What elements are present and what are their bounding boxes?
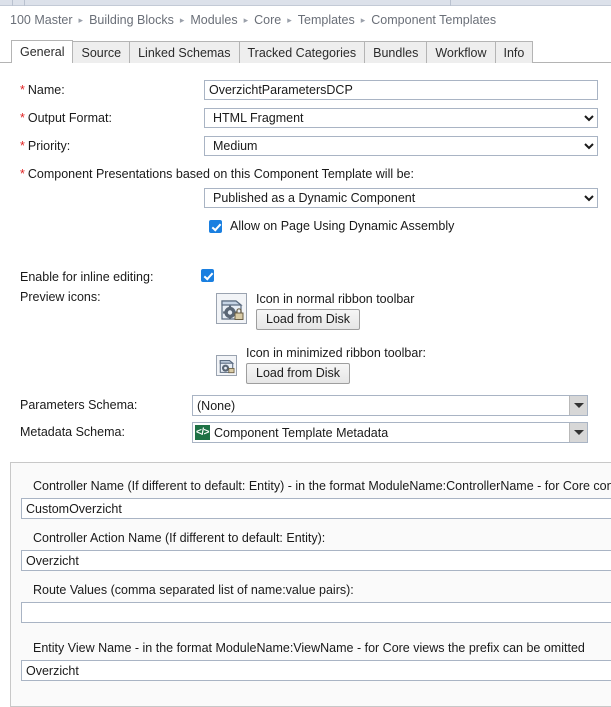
tab-workflow[interactable]: Workflow — [426, 41, 496, 63]
metadata-label-controller-action-name: Controller Action Name (If different to … — [33, 531, 326, 545]
top-strip-divider — [24, 0, 25, 6]
parameters-schema-value: (None) — [197, 398, 236, 413]
breadcrumb-item-0[interactable]: 100 Master — [10, 13, 73, 27]
required-asterisk: * — [20, 167, 25, 181]
metadata-label-entity-view-name: Entity View Name - in the format ModuleN… — [33, 641, 585, 655]
required-asterisk: * — [20, 139, 25, 153]
metadata-label-route-values: Route Values (comma separated list of na… — [33, 583, 354, 597]
field-row-metadata-schema: Metadata Schema: </> Component Template … — [0, 422, 611, 450]
breadcrumb-separator-icon: ▸ — [243, 14, 249, 25]
metadata-label-controller-name: Controller Name (If different to default… — [33, 479, 611, 493]
priority-select[interactable]: Medium — [204, 136, 598, 156]
metadata-schema-picker[interactable]: </> Component Template Metadata — [192, 422, 588, 443]
breadcrumb-separator-icon: ▸ — [179, 14, 185, 25]
label-priority: * Priority: — [20, 139, 71, 153]
required-asterisk: * — [20, 111, 25, 125]
label-parameters-schema: Parameters Schema: — [20, 398, 138, 412]
metadata-field-controller-action-name: Controller Action Name (If different to … — [21, 529, 611, 571]
tab-source[interactable]: Source — [72, 41, 131, 63]
controller-name-input[interactable] — [21, 498, 611, 519]
preview-icon-minimized-caption: Icon in minimized ribbon toolbar: — [246, 346, 426, 360]
label-preview-icons: Preview icons: — [20, 290, 101, 304]
field-row-priority: * Priority: Medium — [0, 136, 611, 164]
preview-icon-normal-block: Icon in normal ribbon toolbar Load from … — [216, 292, 596, 338]
breadcrumb-separator-icon: ▸ — [78, 14, 84, 25]
field-row-component-presentations-select: Published as a Dynamic Component — [0, 188, 611, 216]
entity-view-name-input[interactable] — [21, 660, 611, 681]
window-top-strip — [0, 0, 611, 6]
tab-bar: General Source Linked Schemas Tracked Ca… — [0, 39, 611, 63]
field-row-allow-dynamic-assembly: Allow on Page Using Dynamic Assembly — [0, 219, 611, 247]
parameters-schema-dropdown-button[interactable] — [569, 396, 587, 415]
code-schema-icon: </> — [195, 425, 210, 440]
load-from-disk-button-normal[interactable]: Load from Disk — [256, 309, 361, 330]
label-output-format: * Output Format: — [20, 111, 112, 125]
load-from-disk-button-minimized[interactable]: Load from Disk — [246, 363, 351, 384]
output-format-select[interactable]: HTML Fragment — [204, 108, 598, 128]
tab-info[interactable]: Info — [494, 41, 534, 63]
required-asterisk: * — [20, 83, 25, 97]
breadcrumb-item-1[interactable]: Building Blocks — [89, 13, 174, 27]
preview-icon-minimized-block: Icon in minimized ribbon toolbar: Load f… — [216, 346, 596, 394]
label-inline-editing: Enable for inline editing: — [20, 270, 154, 284]
label-name: * Name: — [20, 83, 65, 97]
inline-editing-checkbox[interactable] — [201, 269, 214, 283]
breadcrumb: 100 Master ▸ Building Blocks ▸ Modules ▸… — [10, 10, 496, 30]
component-presentations-select[interactable]: Published as a Dynamic Component — [204, 188, 598, 208]
breadcrumb-item-3[interactable]: Core — [254, 13, 281, 27]
metadata-fields-panel: Controller Name (If different to default… — [10, 462, 611, 707]
breadcrumb-separator-icon: ▸ — [287, 14, 292, 25]
metadata-field-entity-view-name: Entity View Name - in the format ModuleN… — [21, 639, 611, 681]
preview-icon-normal-caption: Icon in normal ribbon toolbar — [256, 292, 415, 306]
chevron-down-icon — [573, 430, 584, 435]
chevron-down-icon — [573, 403, 584, 408]
field-row-output-format: * Output Format: HTML Fragment — [0, 108, 611, 136]
label-metadata-schema: Metadata Schema: — [20, 425, 125, 439]
parameters-schema-picker[interactable]: (None) — [192, 395, 588, 416]
label-component-presentations: * Component Presentations based on this C… — [20, 167, 414, 181]
route-values-input[interactable] — [21, 602, 611, 623]
gear-lock-document-icon[interactable] — [216, 293, 247, 324]
tab-general[interactable]: General — [11, 40, 74, 63]
tab-linked-schemas[interactable]: Linked Schemas — [129, 41, 240, 63]
metadata-field-controller-name: Controller Name (If different to default… — [21, 477, 611, 519]
allow-dynamic-assembly-label: Allow on Page Using Dynamic Assembly — [230, 219, 455, 233]
top-strip-divider — [12, 0, 13, 6]
field-row-parameters-schema: Parameters Schema: (None) — [0, 395, 611, 423]
controller-action-name-input[interactable] — [21, 550, 611, 571]
top-strip-divider — [450, 0, 451, 6]
name-input[interactable] — [204, 80, 598, 100]
breadcrumb-item-4[interactable]: Templates — [298, 13, 355, 27]
tab-tracked-categories[interactable]: Tracked Categories — [238, 41, 366, 63]
field-row-preview-icons: Preview icons: Icon in normal ribbon too… — [0, 287, 611, 397]
tab-bundles[interactable]: Bundles — [364, 41, 428, 63]
gear-lock-document-small-icon[interactable] — [216, 355, 237, 376]
breadcrumb-item-5[interactable]: Component Templates — [371, 13, 496, 27]
breadcrumb-separator-icon: ▸ — [360, 14, 366, 25]
metadata-schema-dropdown-button[interactable] — [569, 423, 587, 442]
metadata-field-route-values: Route Values (comma separated list of na… — [21, 581, 611, 623]
metadata-schema-value: Component Template Metadata — [214, 425, 389, 440]
breadcrumb-item-2[interactable]: Modules — [190, 13, 237, 27]
field-row-name: * Name: — [0, 80, 611, 108]
allow-dynamic-assembly-checkbox[interactable] — [209, 219, 222, 233]
